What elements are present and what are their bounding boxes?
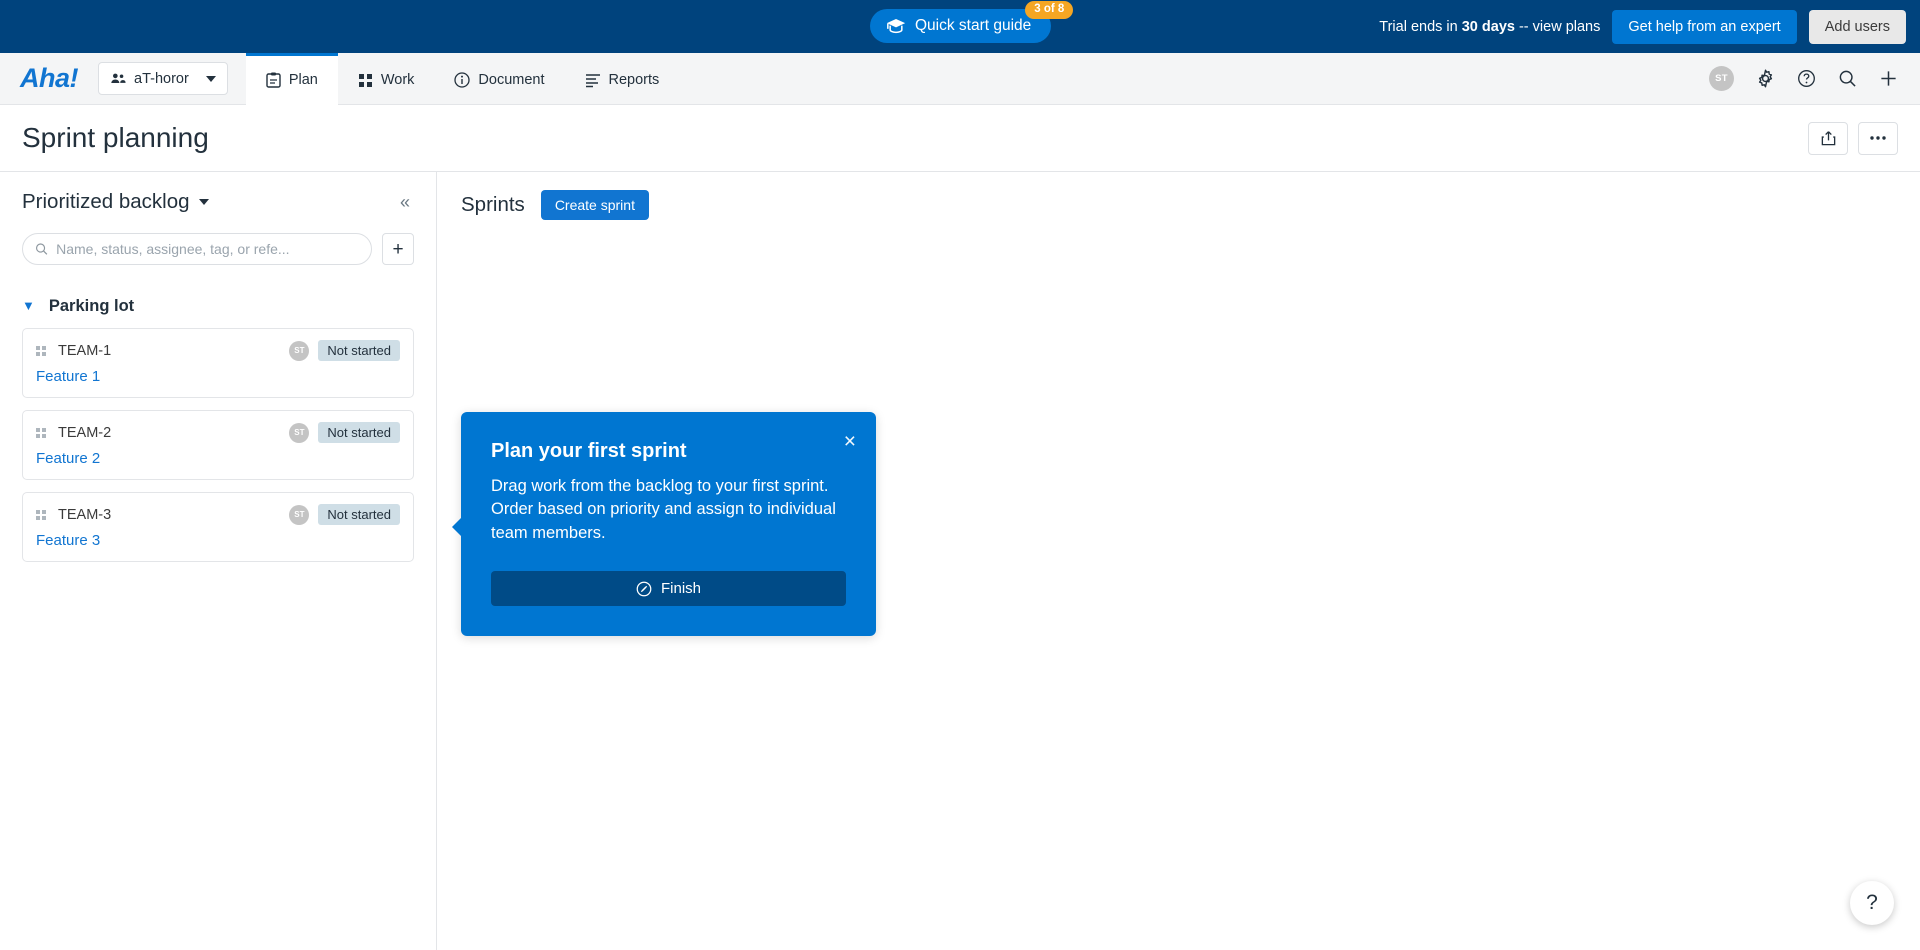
graduation-cap-icon xyxy=(886,18,906,33)
list-icon xyxy=(585,73,600,87)
card-name-link[interactable]: Feature 3 xyxy=(36,532,400,549)
status-badge[interactable]: Not started xyxy=(318,504,400,525)
help-fab-button[interactable]: ? xyxy=(1850,881,1894,925)
add-users-button[interactable]: Add users xyxy=(1808,9,1906,44)
grid-icon xyxy=(358,73,372,87)
info-circle-icon xyxy=(454,72,471,88)
trial-topbar: Quick start guide 3 of 8 Trial ends in 3… xyxy=(0,0,1920,53)
tab-document[interactable]: Document xyxy=(434,53,564,104)
create-sprint-button[interactable]: Create sprint xyxy=(540,190,649,220)
body-split: Prioritized backlog « + ▼ Parking lot TE… xyxy=(0,172,1920,950)
sprints-panel: Sprints Create sprint × Plan your first … xyxy=(437,172,1920,950)
card-name-link[interactable]: Feature 2 xyxy=(36,450,400,467)
main-navbar: Aha! aT-horor Plan Work Document Reports… xyxy=(0,53,1920,105)
workspace-selector[interactable]: aT-horor xyxy=(98,62,228,95)
card-reference: TEAM-3 xyxy=(58,506,112,523)
backlog-card[interactable]: TEAM-3 ST Not started Feature 3 xyxy=(22,492,414,562)
chevron-down-icon: ▼ xyxy=(22,298,35,313)
share-button[interactable] xyxy=(1808,121,1848,155)
tab-plan[interactable]: Plan xyxy=(245,53,338,105)
backlog-search-box[interactable] xyxy=(22,233,372,265)
avatar[interactable]: ST xyxy=(289,340,310,361)
onboarding-popover: × Plan your first sprint Drag work from … xyxy=(452,412,876,637)
drag-handle-icon[interactable] xyxy=(36,509,46,520)
card-name-link[interactable]: Feature 1 xyxy=(36,368,400,385)
workspace-name: aT-horor xyxy=(134,70,189,87)
tab-work-label: Work xyxy=(380,72,415,88)
more-options-icon xyxy=(1870,136,1886,140)
trial-days: 30 days xyxy=(1461,18,1515,35)
card-meta: ST Not started xyxy=(289,422,400,443)
search-icon[interactable] xyxy=(1838,69,1857,88)
status-badge[interactable]: Not started xyxy=(318,422,400,443)
chevron-down-icon[interactable] xyxy=(198,199,209,205)
popover-title: Plan your first sprint xyxy=(491,440,687,462)
avatar[interactable]: ST xyxy=(289,504,310,525)
add-record-button[interactable]: + xyxy=(382,233,414,265)
backlog-card[interactable]: TEAM-1 ST Not started Feature 1 xyxy=(22,328,414,398)
card-top-row: TEAM-2 ST Not started xyxy=(36,422,400,443)
trial-prefix: Trial ends in xyxy=(1379,18,1462,35)
quick-start-guide-button[interactable]: Quick start guide xyxy=(870,9,1052,43)
avatar[interactable]: ST xyxy=(289,422,310,443)
user-avatar[interactable]: ST xyxy=(1709,66,1734,91)
trial-suffix: -- view plans xyxy=(1514,18,1601,35)
card-meta: ST Not started xyxy=(289,340,400,361)
quick-start-guide-label: Quick start guide xyxy=(915,17,1032,34)
gear-icon[interactable] xyxy=(1756,69,1775,88)
sidebar-header: Prioritized backlog « xyxy=(22,190,414,214)
status-badge[interactable]: Not started xyxy=(318,340,400,361)
trial-status-text[interactable]: Trial ends in 30 days -- view plans xyxy=(1379,19,1600,35)
page-header-actions xyxy=(1808,121,1898,155)
card-meta: ST Not started xyxy=(289,504,400,525)
close-icon[interactable]: × xyxy=(844,431,856,452)
more-options-button[interactable] xyxy=(1858,121,1898,155)
card-reference: TEAM-2 xyxy=(58,424,112,441)
share-icon xyxy=(1821,130,1835,145)
popover-body: Drag work from the backlog to your first… xyxy=(491,477,836,542)
page-title: Sprint planning xyxy=(22,122,209,153)
sprints-title: Sprints xyxy=(461,193,525,216)
navbar-right-actions: ST xyxy=(1709,53,1920,104)
quick-start-progress-badge: 3 of 8 xyxy=(1025,1,1074,19)
tab-plan-label: Plan xyxy=(288,72,318,88)
search-icon xyxy=(35,243,48,255)
aha-logo[interactable]: Aha! xyxy=(0,53,98,104)
backlog-title[interactable]: Prioritized backlog xyxy=(22,190,190,214)
finish-button[interactable]: Finish xyxy=(491,571,846,607)
card-top-row: TEAM-1 ST Not started xyxy=(36,340,400,361)
sprints-header-row: Sprints Create sprint xyxy=(461,190,1896,220)
tab-document-label: Document xyxy=(478,72,545,88)
help-circle-icon[interactable] xyxy=(1797,69,1816,88)
group-parking-lot[interactable]: ▼ Parking lot xyxy=(22,297,414,316)
sidebar-search-row: + xyxy=(22,233,414,265)
card-reference: TEAM-1 xyxy=(58,342,112,359)
plus-icon[interactable] xyxy=(1879,69,1898,88)
people-icon xyxy=(111,73,126,83)
finish-button-label: Finish xyxy=(660,580,701,598)
clipboard-icon xyxy=(266,72,281,88)
compass-icon xyxy=(636,581,652,597)
chevron-down-icon xyxy=(205,75,216,82)
card-top-row: TEAM-3 ST Not started xyxy=(36,504,400,525)
get-help-from-expert-button[interactable]: Get help from an expert xyxy=(1612,9,1797,44)
quick-start-guide-wrap: Quick start guide 3 of 8 xyxy=(870,1,1074,43)
backlog-sidebar: Prioritized backlog « + ▼ Parking lot TE… xyxy=(0,172,437,950)
tab-reports[interactable]: Reports xyxy=(565,53,680,104)
group-label: Parking lot xyxy=(48,297,135,315)
search-input[interactable] xyxy=(56,241,359,257)
backlog-card[interactable]: TEAM-2 ST Not started Feature 2 xyxy=(22,410,414,480)
drag-handle-icon[interactable] xyxy=(36,345,46,356)
drag-handle-icon[interactable] xyxy=(36,427,46,438)
tab-reports-label: Reports xyxy=(608,72,660,88)
collapse-sidebar-button[interactable]: « xyxy=(400,193,414,211)
tab-work[interactable]: Work xyxy=(338,53,435,104)
page-header: Sprint planning xyxy=(0,105,1920,172)
